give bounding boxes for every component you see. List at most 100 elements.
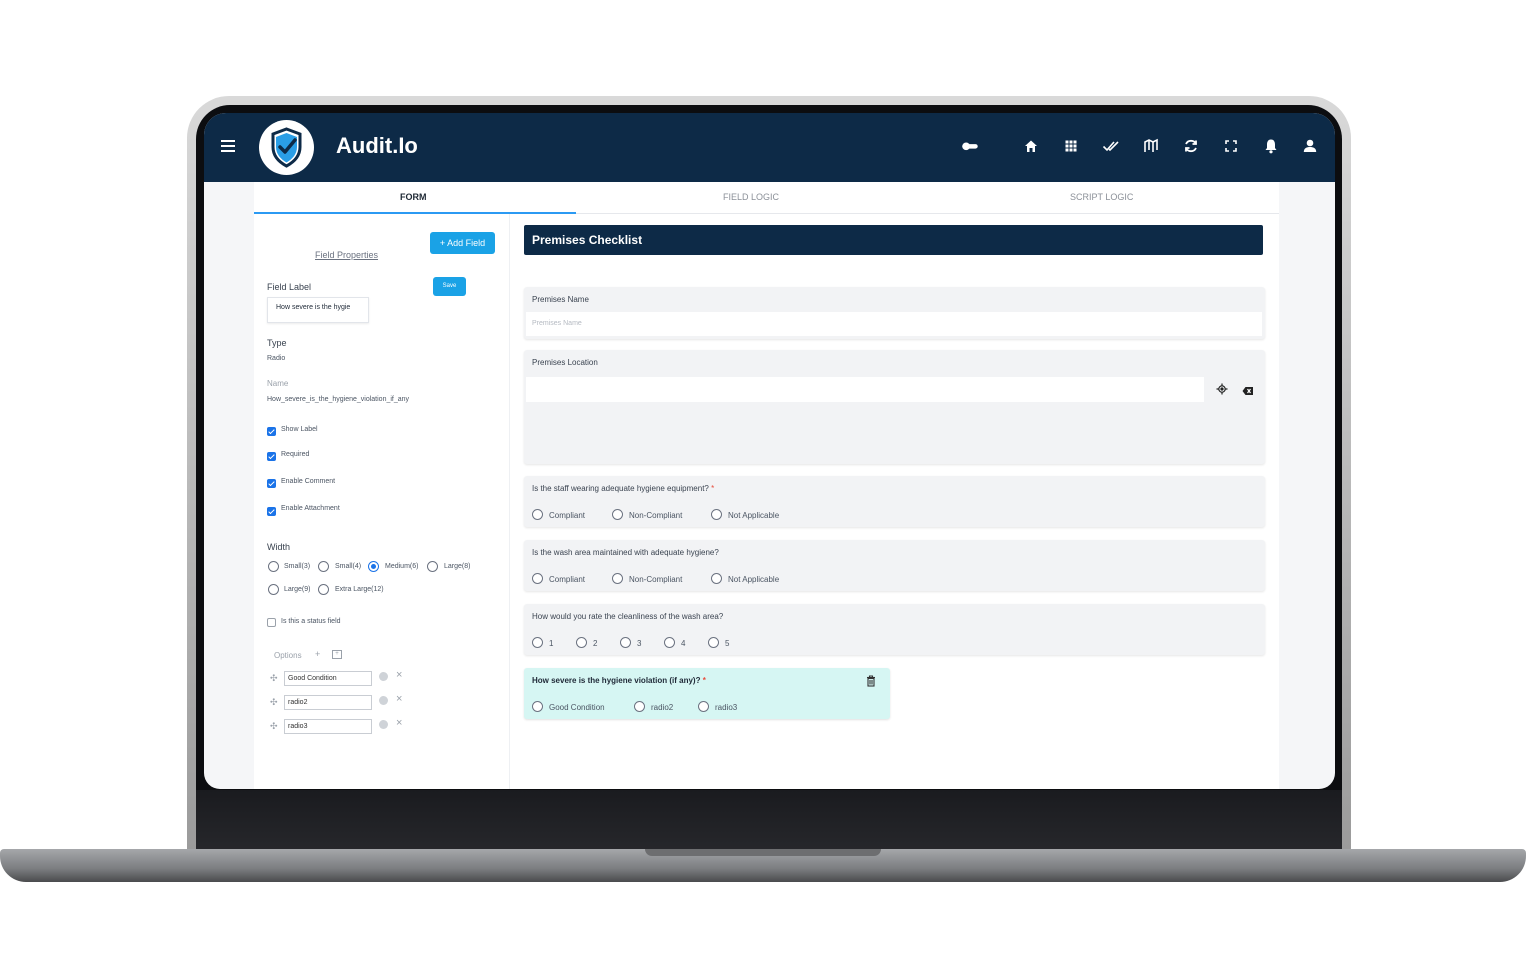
tab-field-logic[interactable]: FIELD LOGIC (723, 192, 779, 202)
laptop-notch (645, 849, 881, 856)
menu-icon[interactable] (221, 140, 235, 152)
drag-handle-icon[interactable]: ✣ (270, 721, 278, 732)
required-checkbox[interactable] (267, 452, 276, 461)
width-label-small3: Small(3) (284, 563, 311, 570)
enable-comment-text: Enable Comment (281, 478, 336, 485)
width-caption: Width (267, 542, 291, 552)
q1-radio-not-applicable[interactable] (711, 509, 722, 520)
required-text: Required (281, 451, 310, 458)
option-input-3[interactable]: radio3 (284, 719, 372, 734)
fullscreen-icon[interactable] (1222, 137, 1240, 155)
app-screen: Audit.Io FORM FIELD LOGIC SCRIPT LOGIC +… (204, 113, 1335, 789)
laptop-keyboard (196, 790, 1342, 850)
question-card-4-selected[interactable]: How severe is the hygiene violation (if … (524, 668, 890, 719)
clear-input-icon[interactable] (1242, 383, 1254, 395)
q4-option-label: radio3 (715, 703, 738, 712)
shield-logo-icon (259, 120, 314, 175)
q2-radio-not-applicable[interactable] (711, 573, 722, 584)
map-icon[interactable] (1142, 137, 1160, 155)
width-label-xlarge12: Extra Large(12) (335, 586, 384, 593)
question-text-2: Is the wash area maintained with adequat… (532, 548, 719, 557)
premises-location-input[interactable] (526, 377, 1204, 402)
option-default-icon[interactable] (379, 720, 388, 729)
enable-comment-checkbox[interactable] (267, 479, 276, 488)
field-properties-panel: + Add Field Field Properties Field Label… (254, 214, 510, 789)
bell-icon[interactable] (1262, 137, 1280, 155)
tab-form[interactable]: FORM (400, 192, 427, 202)
type-value: Radio (267, 355, 286, 362)
option-input-2[interactable]: radio2 (284, 695, 372, 710)
premises-name-card: Premises Name Premises Name (524, 287, 1265, 339)
width-radio-xlarge12[interactable] (318, 584, 329, 595)
toggle-icon[interactable] (961, 137, 989, 155)
question-text-3: How would you rate the cleanliness of th… (532, 612, 724, 621)
q4-radio-3[interactable] (698, 701, 709, 712)
question-card-3: How would you rate the cleanliness of th… (524, 604, 1265, 655)
q3-radio-5[interactable] (708, 637, 719, 648)
width-radio-medium6[interactable] (368, 561, 379, 572)
options-caption: Options (274, 651, 302, 660)
q3-radio-4[interactable] (664, 637, 675, 648)
q4-radio-good-condition[interactable] (532, 701, 543, 712)
locate-icon[interactable] (1216, 382, 1228, 395)
enable-attachment-text: Enable Attachment (281, 505, 340, 512)
double-check-icon[interactable] (1102, 137, 1120, 155)
q2-option-label: Non-Compliant (629, 575, 683, 584)
home-icon[interactable] (1022, 137, 1040, 155)
q3-option-label: 3 (637, 639, 642, 648)
app-bar: Audit.Io (204, 113, 1335, 182)
field-label-caption: Field Label (267, 282, 312, 292)
q3-option-label: 5 (725, 639, 730, 648)
field-properties-heading: Field Properties (315, 250, 379, 260)
show-label-checkbox[interactable] (267, 427, 276, 436)
tab-script-logic[interactable]: SCRIPT LOGIC (1070, 192, 1133, 202)
form-title: Premises Checklist (532, 233, 643, 247)
q3-option-label: 4 (681, 639, 686, 648)
q2-radio-compliant[interactable] (532, 573, 543, 584)
premises-name-label: Premises Name (532, 295, 589, 304)
q3-radio-1[interactable] (532, 637, 543, 648)
q3-option-label: 1 (549, 639, 554, 648)
sync-icon[interactable] (1182, 137, 1200, 155)
remove-option-icon[interactable]: × (396, 669, 402, 681)
q2-radio-non-compliant[interactable] (612, 573, 623, 584)
q2-option-label: Not Applicable (728, 575, 780, 584)
width-label-small4: Small(4) (335, 563, 362, 570)
question-text-1: Is the staff wearing adequate hygiene eq… (532, 484, 715, 493)
q3-radio-3[interactable] (620, 637, 631, 648)
add-field-button[interactable]: + Add Field (430, 232, 495, 254)
option-input-1[interactable]: Good Condition (284, 671, 372, 686)
q1-option-label: Not Applicable (728, 511, 780, 520)
add-option-icon[interactable]: + (315, 649, 320, 659)
width-radio-small3[interactable] (268, 561, 279, 572)
app-title: Audit.Io (336, 133, 418, 158)
apps-grid-icon[interactable] (1062, 137, 1080, 155)
field-label-input[interactable]: How severe is the hygie (267, 297, 369, 323)
drag-handle-icon[interactable]: ✣ (270, 673, 278, 684)
form-title-bar: Premises Checklist (524, 225, 1263, 255)
premises-location-card: Premises Location (524, 350, 1265, 464)
option-default-icon[interactable] (379, 696, 388, 705)
option-default-icon[interactable] (379, 672, 388, 681)
remove-option-icon[interactable]: × (396, 717, 402, 729)
q3-radio-2[interactable] (576, 637, 587, 648)
save-button[interactable]: Save (433, 277, 466, 296)
premises-name-input[interactable]: Premises Name (526, 312, 1262, 336)
width-label-large8: Large(8) (444, 563, 471, 570)
delete-field-icon[interactable] (866, 674, 876, 687)
bulk-options-icon[interactable]: + (332, 650, 342, 659)
enable-attachment-checkbox[interactable] (267, 507, 276, 516)
status-field-checkbox[interactable] (267, 618, 276, 627)
width-radio-large9[interactable] (268, 584, 279, 595)
drag-handle-icon[interactable]: ✣ (270, 697, 278, 708)
q1-radio-compliant[interactable] (532, 509, 543, 520)
q4-radio-2[interactable] (634, 701, 645, 712)
q4-option-label: Good Condition (549, 703, 605, 712)
status-field-text: Is this a status field (281, 618, 341, 625)
width-radio-small4[interactable] (318, 561, 329, 572)
q1-radio-non-compliant[interactable] (612, 509, 623, 520)
name-caption: Name (267, 379, 289, 388)
width-radio-large8[interactable] (427, 561, 438, 572)
remove-option-icon[interactable]: × (396, 693, 402, 705)
user-icon[interactable] (1301, 137, 1319, 155)
